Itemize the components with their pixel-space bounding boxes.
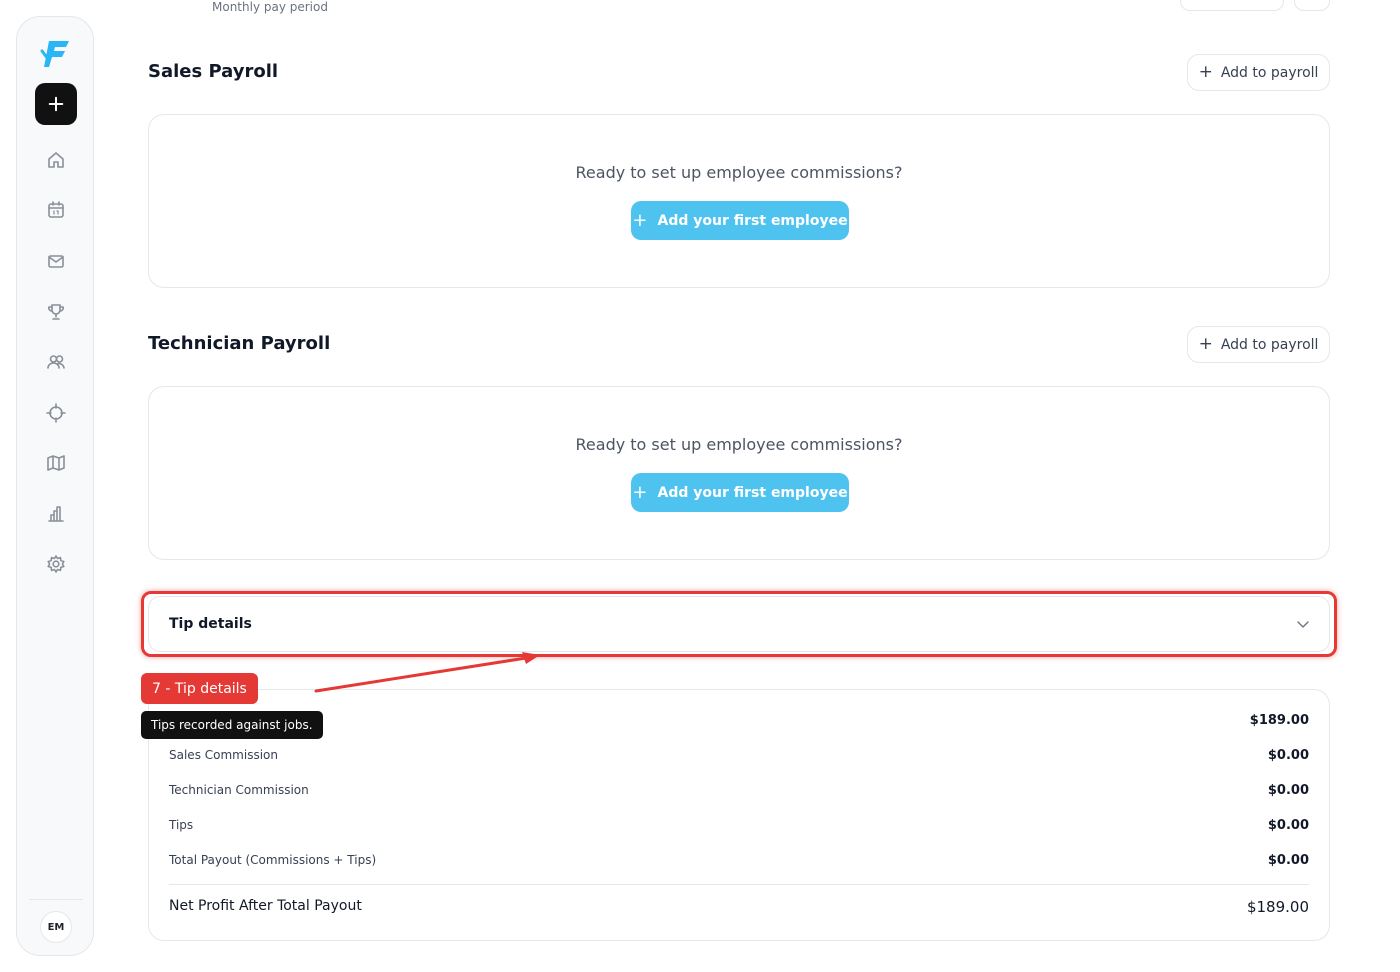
technician-add-to-payroll-button[interactable]: + Add to payroll bbox=[1187, 326, 1330, 363]
technician-add-first-employee-button[interactable]: + Add your first employee bbox=[631, 473, 849, 512]
sales-empty-text: Ready to set up employee commissions? bbox=[575, 163, 903, 182]
sales-add-first-employee-label: Add your first employee bbox=[657, 212, 848, 229]
sidebar: EM bbox=[16, 16, 94, 956]
header-action-button[interactable] bbox=[1180, 0, 1284, 11]
map-icon[interactable] bbox=[44, 451, 68, 475]
net-profit-label: Net Profit After Total Payout bbox=[169, 898, 362, 914]
plus-icon: + bbox=[1198, 62, 1213, 82]
home-icon[interactable] bbox=[44, 148, 68, 172]
summary-divider bbox=[169, 884, 1309, 885]
tip-tooltip: Tips recorded against jobs. bbox=[141, 711, 323, 739]
plus-icon bbox=[48, 96, 64, 112]
pay-period-subtitle: Monthly pay period bbox=[212, 0, 328, 14]
summary-row: $189.00 bbox=[169, 710, 1309, 730]
chart-icon[interactable] bbox=[44, 502, 68, 526]
summary-row-label: Sales Commission bbox=[169, 748, 278, 762]
avatar[interactable]: EM bbox=[40, 911, 72, 943]
summary-row-value: $0.00 bbox=[1267, 747, 1309, 763]
sales-add-first-employee-button[interactable]: + Add your first employee bbox=[631, 201, 849, 240]
sales-payroll-title: Sales Payroll bbox=[148, 61, 279, 82]
plus-icon: + bbox=[632, 209, 648, 231]
net-profit-value: $189.00 bbox=[1246, 898, 1309, 916]
plus-icon: + bbox=[1198, 334, 1213, 354]
plus-icon: + bbox=[632, 481, 648, 503]
sales-empty-state: Ready to set up employee commissions? + … bbox=[148, 114, 1330, 288]
summary-row-value: $0.00 bbox=[1267, 782, 1309, 798]
summary-row-label: Technician Commission bbox=[169, 783, 309, 797]
technician-add-first-employee-label: Add your first employee bbox=[657, 484, 848, 501]
summary-row-label: Total Payout (Commissions + Tips) bbox=[169, 853, 377, 867]
sales-add-to-payroll-button[interactable]: + Add to payroll bbox=[1187, 54, 1330, 91]
technician-empty-state: Ready to set up employee commissions? + … bbox=[148, 386, 1330, 560]
target-icon[interactable] bbox=[44, 401, 68, 425]
summary-row: Total Payout (Commissions + Tips) $0.00 bbox=[169, 850, 1309, 870]
mail-icon[interactable] bbox=[44, 249, 68, 273]
calendar-icon[interactable] bbox=[44, 198, 68, 222]
sales-add-to-payroll-label: Add to payroll bbox=[1220, 64, 1319, 81]
header-icon-button[interactable] bbox=[1294, 0, 1330, 11]
summary-row: Sales Commission $0.00 bbox=[169, 745, 1309, 765]
summary-row-value: $0.00 bbox=[1267, 852, 1309, 868]
summary-row-value: $0.00 bbox=[1267, 817, 1309, 833]
net-profit-row: Net Profit After Total Payout $189.00 bbox=[169, 898, 1309, 916]
payroll-summary-card: $189.00 Sales Commission $0.00 Technicia… bbox=[148, 689, 1330, 941]
settings-icon[interactable] bbox=[44, 552, 68, 576]
technician-payroll-title: Technician Payroll bbox=[148, 333, 331, 354]
summary-row-value: $189.00 bbox=[1249, 712, 1309, 728]
annotation-badge: 7 - Tip details bbox=[141, 673, 258, 704]
annotation-highlight-box bbox=[141, 591, 1337, 657]
summary-row: Tips $0.00 bbox=[169, 815, 1309, 835]
trophy-icon[interactable] bbox=[44, 300, 68, 324]
technician-add-to-payroll-label: Add to payroll bbox=[1220, 336, 1319, 353]
users-icon[interactable] bbox=[44, 350, 68, 374]
summary-row-label: Tips bbox=[169, 818, 194, 832]
sidebar-divider bbox=[29, 899, 83, 900]
technician-empty-text: Ready to set up employee commissions? bbox=[575, 435, 903, 454]
summary-row: Technician Commission $0.00 bbox=[169, 780, 1309, 800]
app-logo[interactable] bbox=[39, 37, 73, 71]
create-button[interactable] bbox=[35, 83, 77, 125]
